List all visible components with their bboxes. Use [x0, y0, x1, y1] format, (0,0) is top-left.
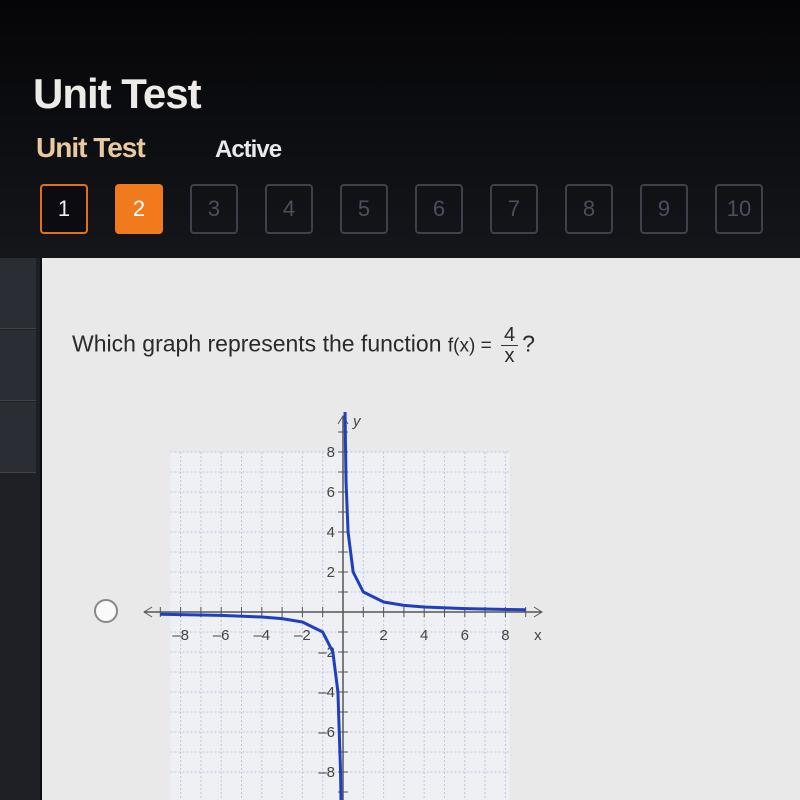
question-10-button[interactable]: 10: [715, 184, 763, 234]
question-prefix: Which graph represents the function: [72, 330, 448, 357]
numerator: 4: [500, 325, 519, 346]
sidebar-tool-button[interactable]: [0, 330, 36, 401]
question-suffix: ?: [522, 330, 535, 357]
question-7-button[interactable]: 7: [490, 184, 538, 234]
question-1-button[interactable]: 1: [40, 184, 88, 234]
question-8-button[interactable]: 8: [565, 184, 613, 234]
denominator: x: [504, 345, 515, 367]
question-4-button[interactable]: 4: [265, 184, 313, 234]
function-name: f(x) =: [447, 335, 497, 357]
question-navigator: 1 2 3 4 5 6 7 8 9 10: [40, 184, 790, 234]
status-label: Active: [215, 136, 282, 163]
sidebar: [0, 258, 40, 800]
test-name: Unit Test: [36, 132, 146, 163]
answer-radio[interactable]: [94, 599, 118, 623]
question-2-button[interactable]: 2: [115, 184, 163, 234]
sidebar-tool-button[interactable]: [0, 258, 36, 329]
page-title: Unit Test: [33, 70, 202, 117]
question-9-button[interactable]: 9: [640, 184, 688, 234]
question-3-button[interactable]: 3: [190, 184, 238, 234]
question-text: Which graph represents the function f(x)…: [72, 325, 535, 366]
sidebar-tool-button[interactable]: [0, 402, 36, 473]
question-5-button[interactable]: 5: [340, 184, 388, 234]
fraction: 4x: [500, 325, 519, 367]
header: Unit Test Unit Test Active 1 2 3 4 5 6 7 8 9 10: [0, 0, 800, 258]
question-6-button[interactable]: 6: [415, 184, 463, 234]
